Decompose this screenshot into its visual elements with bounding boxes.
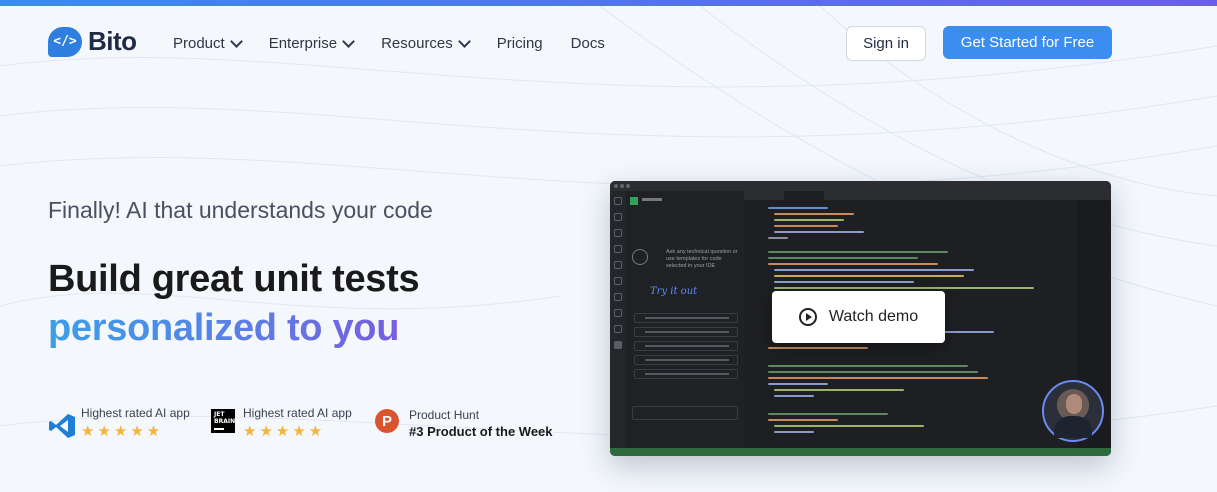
producthunt-rank: #3 Product of the Week — [409, 424, 553, 439]
nav-enterprise-label: Enterprise — [268, 35, 338, 52]
chevron-down-icon — [229, 35, 243, 48]
rating-badges: Highest rated AI app ★★★★★ JET BRAINS Hi… — [48, 406, 568, 446]
ide-titlebar — [610, 181, 1111, 191]
logo-text: Bito — [88, 26, 137, 56]
nav-enterprise[interactable]: Enterprise — [268, 35, 355, 52]
ide-statusbar — [610, 448, 1111, 456]
top-navigation: </> Bito Product Enterprise Resources Pr… — [0, 6, 1217, 78]
jetbrains-icon-text: JET BRAINS — [214, 411, 240, 425]
chevron-down-icon — [457, 35, 471, 48]
logo-code-icon: </> — [48, 26, 82, 57]
watch-demo-label: Watch demo — [828, 308, 919, 325]
panel-prompt-text: Ask any technical question or use templa… — [666, 249, 738, 269]
jetbrains-stars: ★★★★★ — [243, 423, 326, 440]
producthunt-icon: P — [375, 409, 399, 433]
jetbrains-icon: JET BRAINS — [211, 409, 239, 433]
main-menu: Product Enterprise Resources Pricing Doc… — [173, 35, 633, 52]
presenter-avatar — [1042, 380, 1104, 442]
play-icon — [798, 308, 817, 326]
vscode-stars: ★★★★★ — [81, 423, 164, 440]
ide-activity-bar — [610, 191, 626, 448]
hero-tagline: Finally! AI that understands your code — [48, 197, 433, 223]
vscode-icon — [49, 414, 75, 438]
bito-chat-panel: Ask any technical question or use templa… — [626, 191, 745, 448]
nav-resources-label: Resources — [381, 35, 453, 52]
vscode-badge-label: Highest rated AI app — [81, 406, 190, 420]
watch-demo-button[interactable]: Watch demo — [772, 291, 945, 343]
sign-in-button[interactable]: Sign in — [846, 26, 926, 61]
chevron-down-icon — [342, 35, 355, 48]
nav-docs-label: Docs — [570, 35, 605, 52]
hero-headline: Build great unit tests — [48, 258, 420, 300]
panel-question-input — [632, 406, 738, 420]
nav-docs[interactable]: Docs — [571, 35, 605, 52]
nav-pricing-label: Pricing — [496, 35, 543, 52]
try-it-out-label: Try it out — [650, 286, 698, 297]
jetbrains-badge-label: Highest rated AI app — [243, 406, 352, 420]
hero-headline-gradient: personalized to you — [48, 307, 400, 349]
nav-product-label: Product — [173, 35, 225, 52]
nav-product[interactable]: Product — [173, 35, 243, 52]
producthunt-label: Product Hunt — [409, 408, 480, 422]
bito-logo[interactable]: </> Bito — [48, 26, 137, 57]
nav-pricing[interactable]: Pricing — [497, 35, 543, 52]
nav-resources[interactable]: Resources — [381, 35, 471, 52]
get-started-button[interactable]: Get Started for Free — [943, 26, 1112, 59]
